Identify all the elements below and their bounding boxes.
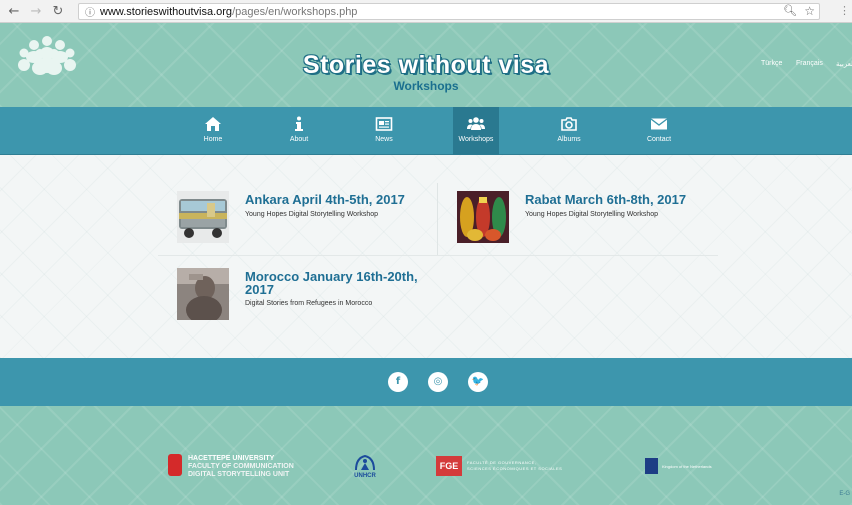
nav-label: News: [375, 136, 393, 143]
main-nav: Home About News Workshops Albums Contact: [0, 107, 852, 155]
fgse-logo-text[interactable]: FACULTÉ DE GOUVERNANCE, SCIENCES ÉCONOMI…: [467, 460, 562, 472]
menu-kebab-icon[interactable]: ⋮: [839, 4, 850, 17]
hacettepe-logo-icon[interactable]: [168, 454, 182, 476]
site-title[interactable]: Stories without visa: [0, 51, 852, 80]
workshop-thumbnail[interactable]: [457, 191, 509, 243]
lang-arabic-link[interactable]: العربية: [836, 60, 852, 68]
info-icon[interactable]: ⓘ: [85, 4, 95, 19]
nav-item-news[interactable]: News: [361, 107, 407, 155]
workshop-thumbnail[interactable]: [177, 191, 229, 243]
workshops-section: Ankara April 4th-5th, 2017 Young Hopes D…: [0, 155, 852, 358]
star-icon[interactable]: ☆: [804, 4, 815, 18]
info-icon: [295, 116, 303, 131]
workshop-card-morocco[interactable]: Morocco January 16th-20th, 2017 Digital …: [177, 268, 437, 328]
address-bar[interactable]: ⓘ www.storieswithoutvisa.org/pages/en/wo…: [78, 3, 820, 20]
arrow-left-icon[interactable]: ←: [6, 4, 22, 19]
home-icon: [205, 117, 221, 131]
workshop-title-line2: 2017: [245, 282, 274, 297]
workshop-thumbnail[interactable]: [177, 268, 229, 320]
nav-item-contact[interactable]: Contact: [636, 107, 682, 155]
nav-item-workshops[interactable]: Workshops: [453, 107, 499, 155]
nav-label: Albums: [557, 136, 581, 143]
workshop-card-rabat[interactable]: Rabat March 6th-8th, 2017 Young Hopes Di…: [457, 191, 717, 251]
magnifier-icon[interactable]: 🔍︎: [783, 4, 797, 17]
nav-item-home[interactable]: Home: [190, 107, 236, 155]
arrow-right-icon[interactable]: →: [28, 4, 44, 19]
site-footer: HACETTEPE UNIVERSITY FACULTY OF COMMUNIC…: [0, 406, 852, 505]
nav-label: Home: [203, 136, 223, 143]
lang-turkish-link[interactable]: Türkçe: [761, 60, 782, 67]
reload-icon[interactable]: ↻: [50, 4, 66, 19]
workshop-description: Young Hopes Digital Storytelling Worksho…: [525, 211, 659, 218]
twitter-icon[interactable]: 🐦: [468, 372, 488, 392]
nav-label: Workshops: [458, 136, 494, 143]
row-divider: [158, 255, 718, 256]
workshop-card-ankara[interactable]: Ankara April 4th-5th, 2017 Young Hopes D…: [177, 191, 417, 251]
lang-french-link[interactable]: Français: [796, 60, 823, 67]
netherlands-logo-icon[interactable]: [645, 458, 658, 474]
site-header: Stories without visa Workshops Türkçe Fr…: [0, 23, 852, 107]
nav-label: Contact: [646, 136, 672, 143]
unhcr-logo-text[interactable]: UNHCR: [354, 473, 376, 479]
workshop-title[interactable]: Rabat March 6th-8th, 2017: [525, 193, 686, 206]
envelope-icon: [650, 118, 668, 130]
social-bar: f ◎ 🐦: [0, 358, 852, 406]
workshop-description: Digital Stories from Refugees in Morocco: [245, 300, 373, 307]
browser-toolbar: ← → ↻ ⓘ www.storieswithoutvisa.org/pages…: [0, 0, 852, 23]
url-host: www.storieswithoutvisa.org: [100, 5, 233, 18]
nav-item-albums[interactable]: Albums: [546, 107, 592, 155]
corner-tag: E-G: [839, 491, 850, 497]
netherlands-logo-text[interactable]: Kingdom of the Netherlands: [662, 464, 712, 469]
facebook-icon[interactable]: f: [388, 372, 408, 392]
workshop-title[interactable]: Ankara April 4th-5th, 2017: [245, 193, 405, 206]
camera-icon: [561, 117, 577, 131]
page-subtitle: Workshops: [393, 79, 459, 93]
workshop-description: Young Hopes Digital Storytelling Worksho…: [245, 211, 379, 218]
users-icon: [467, 117, 485, 130]
nav-label: About: [289, 136, 309, 143]
nav-item-about[interactable]: About: [276, 107, 322, 155]
hacettepe-logo-text[interactable]: HACETTEPE UNIVERSITY FACULTY OF COMMUNIC…: [188, 455, 294, 479]
newspaper-icon: [375, 117, 393, 131]
workshop-title[interactable]: Morocco January 16th-20th, 2017: [245, 270, 418, 296]
column-divider: [437, 183, 438, 255]
fgse-logo-icon[interactable]: FGE: [436, 456, 462, 476]
instagram-icon[interactable]: ◎: [428, 372, 448, 392]
unhcr-logo-icon[interactable]: [354, 454, 376, 472]
url-path: /pages/en/workshops.php: [232, 5, 358, 18]
